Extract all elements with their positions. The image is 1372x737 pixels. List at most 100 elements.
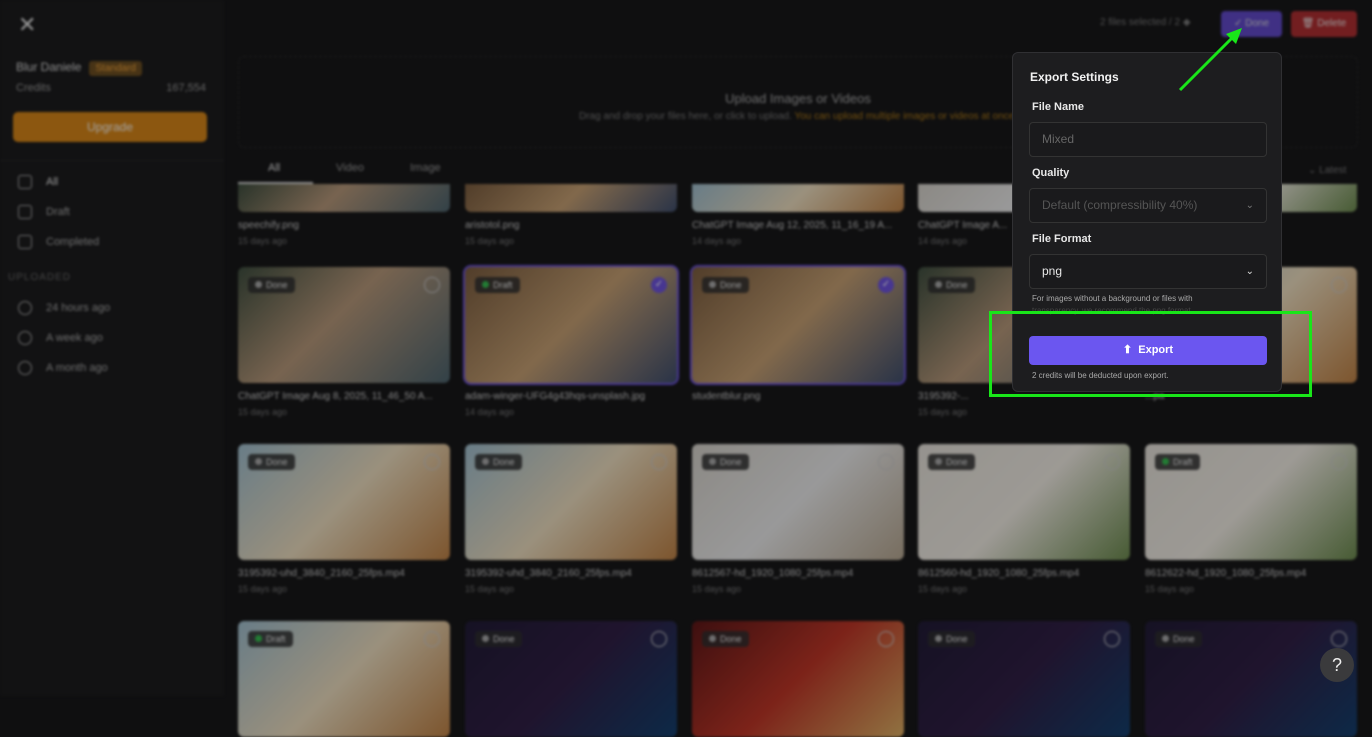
sidebar-divider	[0, 160, 224, 161]
select-checkbox[interactable]	[1104, 631, 1120, 647]
media-card[interactable]: ChatGPT Image Aug 12, 2025, 11_16_19 A..…	[692, 184, 904, 246]
thumbnail: Done	[692, 621, 904, 737]
upload-hint: You can upload multiple images or videos…	[794, 111, 1018, 122]
file-name: 8612567-hd_1920_1080_25fps.mp4	[692, 568, 854, 579]
credits-row: Credits 167,554	[16, 82, 206, 94]
tab-image[interactable]: Image	[410, 162, 441, 174]
media-card[interactable]: Done ✓ studentblur.png	[690, 265, 906, 402]
select-checkbox[interactable]	[424, 454, 440, 470]
select-checkbox[interactable]	[424, 277, 440, 293]
sort-dropdown[interactable]: ⌄ Latest	[1308, 165, 1346, 176]
status-badge: Done	[928, 631, 975, 647]
tab-video[interactable]: Video	[336, 162, 364, 174]
help-button[interactable]: ?	[1320, 648, 1354, 682]
file-name: studentblur.png	[692, 391, 761, 402]
media-card[interactable]: Done	[1145, 621, 1357, 737]
thumbnail: Done	[1145, 621, 1357, 737]
sidebar-item-completed[interactable]: Completed	[18, 235, 99, 249]
sidebar-item-label: All	[46, 175, 59, 188]
select-checkbox[interactable]	[1331, 454, 1347, 470]
status-label: Done	[266, 457, 288, 467]
file-date: 15 days ago	[238, 236, 288, 246]
select-checkbox[interactable]	[878, 631, 894, 647]
media-card[interactable]: Draft	[238, 621, 450, 737]
thumbnail	[692, 184, 904, 212]
file-date: 15 days ago	[238, 584, 288, 594]
status-dot-icon	[935, 281, 942, 288]
media-card[interactable]: Draft ✓ adam-winger-UFG4g43hqs-unsplash.jp…	[463, 265, 679, 417]
select-checkbox[interactable]	[651, 631, 667, 647]
file-format-label: File Format	[1032, 233, 1092, 245]
media-card[interactable]: aristotol.png 15 days ago	[465, 184, 677, 246]
file-name: aristotol.png	[465, 220, 520, 231]
file-name: ChatGPT Image Aug 8, 2025, 11_46_50 A...	[238, 391, 433, 402]
status-label: Done	[946, 280, 968, 290]
file-name-input[interactable]: Mixed	[1029, 122, 1267, 157]
media-card[interactable]: Done	[918, 621, 1130, 737]
media-card[interactable]: Done 8612567-hd_1920_1080_25fps.mp4 15 day…	[692, 444, 904, 594]
status-dot-icon	[482, 458, 489, 465]
format-note-text: For images without a background or files…	[1032, 294, 1193, 303]
media-card[interactable]: Done 3195392-uhd_3840_2160_25fps.mp4 15 da…	[465, 444, 677, 594]
select-checkbox[interactable]	[651, 454, 667, 470]
sidebar-item-draft[interactable]: Draft	[18, 205, 70, 219]
file-name: 3195392-uhd_3840_2160_25fps.mp4	[465, 568, 632, 579]
media-card[interactable]: speechify.png 15 days ago	[238, 184, 450, 246]
file-name: adam-winger-UFG4g43hqs-unsplash.jpg	[465, 391, 646, 402]
select-checkbox[interactable]	[1331, 277, 1347, 293]
media-card[interactable]: Draft 8612622-hd_1920_1080_25fps.mp4 15 da…	[1145, 444, 1357, 594]
upload-subtitle-text: Drag and drop your files here, or click …	[578, 111, 792, 122]
media-card[interactable]: Done	[465, 621, 677, 737]
selected-check-icon[interactable]: ✓	[878, 277, 894, 293]
user-info: Blur Daniele Standard	[16, 60, 142, 76]
thumbnail: Done	[692, 444, 904, 560]
status-dot-icon	[709, 635, 716, 642]
annotation-arrow-icon	[1178, 28, 1242, 92]
sidebar-item-label: 24 hours ago	[46, 301, 111, 314]
status-label: Draft	[493, 280, 513, 290]
sidebar-item-month[interactable]: A month ago	[18, 361, 108, 375]
media-card[interactable]: Done ChatGPT Image Aug 8, 2025, 11_46_50 …	[238, 267, 450, 417]
selected-check-icon[interactable]: ✓	[651, 277, 667, 293]
file-format-select[interactable]: png ⌄	[1029, 254, 1267, 289]
status-dot-icon	[255, 281, 262, 288]
status-label: Done	[946, 457, 968, 467]
file-date: 15 days ago	[465, 584, 515, 594]
media-card[interactable]: Done	[692, 621, 904, 737]
select-checkbox[interactable]	[1104, 454, 1120, 470]
sidebar-item-all[interactable]: All	[18, 175, 58, 189]
export-settings-title: Export Settings	[1030, 70, 1119, 84]
clock-icon	[18, 301, 32, 315]
chevron-down-icon: ⌄	[1245, 266, 1254, 277]
select-checkbox[interactable]	[1331, 631, 1347, 647]
status-dot-icon	[1162, 635, 1169, 642]
status-label: Done	[493, 457, 515, 467]
thumbnail: Done	[465, 444, 677, 560]
upgrade-button[interactable]: Upgrade	[13, 112, 207, 142]
user-name: Blur Daniele	[16, 60, 82, 74]
file-name: speechify.png	[238, 220, 299, 231]
clock-icon	[18, 361, 32, 375]
select-checkbox[interactable]	[424, 631, 440, 647]
sort-label: Latest	[1319, 165, 1347, 176]
status-badge: Done	[248, 277, 295, 293]
file-format-value: png	[1042, 264, 1063, 278]
select-checkbox[interactable]	[878, 454, 894, 470]
sidebar-item-24-hours[interactable]: 24 hours ago	[18, 301, 110, 315]
close-icon[interactable]: ✕	[18, 12, 36, 38]
tab-all[interactable]: All	[268, 162, 280, 174]
quality-select[interactable]: Default (compressibility 40%) ⌄	[1029, 188, 1267, 223]
status-dot-icon	[1162, 458, 1169, 465]
status-badge: Done	[248, 454, 295, 470]
sidebar-item-week[interactable]: A week ago	[18, 331, 103, 345]
media-card[interactable]: Done 8612560-hd_1920_1080_25fps.mp4 15 day…	[918, 444, 1130, 594]
status-dot-icon	[482, 635, 489, 642]
thumbnail: Draft	[1145, 444, 1357, 560]
delete-button[interactable]: 🗑 Delete	[1291, 11, 1357, 37]
status-badge: Draft	[475, 277, 520, 293]
thumbnail: Done	[918, 621, 1130, 737]
media-card[interactable]: Done 3195392-uhd_3840_2160_25fps.mp4 15 da…	[238, 444, 450, 594]
gallery-icon	[18, 175, 32, 189]
status-label: Done	[493, 634, 515, 644]
thumbnail: Done	[465, 621, 677, 737]
